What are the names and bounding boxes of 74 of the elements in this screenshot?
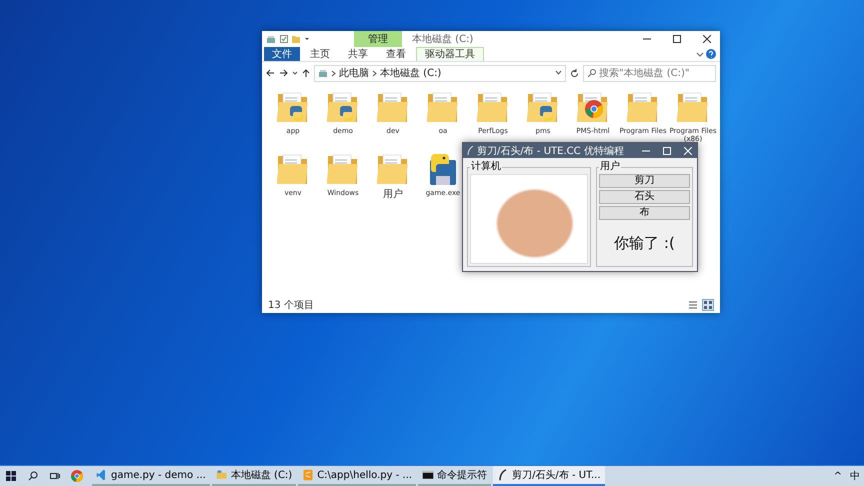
search-icon xyxy=(28,471,38,481)
back-button[interactable] xyxy=(266,69,275,77)
close-icon xyxy=(703,35,711,43)
group-label: 计算机 xyxy=(470,162,502,172)
chevron-down-icon[interactable] xyxy=(696,50,704,58)
refresh-button[interactable] xyxy=(570,68,579,78)
ribbon-tab[interactable]: 查看 xyxy=(378,47,414,61)
recent-locations-button[interactable] xyxy=(292,69,298,77)
up-button[interactable] xyxy=(302,68,310,78)
search-field[interactable]: 搜索"本地磁盘 (C:)" xyxy=(583,64,716,82)
python-folder-icon xyxy=(277,90,309,124)
folder-icon xyxy=(377,152,409,186)
taskbar-app[interactable]: C:\app\hello.py - ... xyxy=(298,466,416,486)
dropdown-icon[interactable] xyxy=(304,36,310,42)
chrome-icon xyxy=(71,470,83,482)
context-tab[interactable]: 管理 xyxy=(354,31,402,47)
maximize-icon xyxy=(663,146,671,154)
taskbar-app[interactable]: 命令提示符 xyxy=(418,466,492,486)
chevron-right-icon xyxy=(372,70,377,76)
folder-icon xyxy=(277,152,309,186)
drive-icon xyxy=(266,34,276,44)
ribbon-tab[interactable]: 共享 xyxy=(340,47,376,61)
windows-logo-icon xyxy=(6,471,16,481)
file-menu-button[interactable]: 文件 xyxy=(264,47,300,61)
sublime-icon xyxy=(302,469,314,481)
details-view-button[interactable] xyxy=(687,299,699,311)
taskbar-app[interactable]: game.py - demo ... xyxy=(92,466,210,486)
taskbar-app[interactable]: 剪刀/石头/布 - UT... xyxy=(493,466,605,486)
folder-icon xyxy=(427,90,459,124)
forward-button[interactable] xyxy=(279,69,288,77)
file-name[interactable]: 用户 xyxy=(383,189,403,200)
taskbar-app[interactable]: 本地磁盘 (C:) xyxy=(212,466,296,486)
python-folder-icon xyxy=(327,90,359,124)
choice-button[interactable]: 剪刀 xyxy=(599,174,690,188)
folder-icon xyxy=(327,152,359,186)
python-floppy-icon xyxy=(427,152,459,186)
chevron-down-icon[interactable] xyxy=(555,70,562,76)
terminal-icon xyxy=(422,469,434,481)
chrome-folder-icon xyxy=(577,90,609,124)
chevron-right-icon xyxy=(331,70,336,76)
python-folder-icon xyxy=(527,90,559,124)
maximize-icon xyxy=(673,35,681,43)
result-text: 你输了 :( xyxy=(613,232,676,254)
up-arrow-icon xyxy=(302,68,310,78)
back-arrow-icon xyxy=(266,69,275,77)
ribbon-tab[interactable]: 主页 xyxy=(302,47,338,61)
help-icon[interactable] xyxy=(706,49,716,59)
address-bar[interactable]: 此电脑 本地磁盘 (C:) xyxy=(314,64,566,82)
vscode-icon xyxy=(96,469,108,481)
drive-icon xyxy=(318,68,328,78)
folder-icon xyxy=(477,90,509,124)
search-icon xyxy=(588,69,596,77)
details-view-icon xyxy=(688,300,698,310)
choice-button[interactable]: 布 xyxy=(599,206,690,220)
properties-icon[interactable] xyxy=(280,35,288,43)
item-count: 13 个项目 xyxy=(268,299,314,312)
choice-button[interactable]: 石头 xyxy=(599,190,690,204)
breadcrumb-item[interactable]: 本地磁盘 (C:) xyxy=(380,66,442,80)
tray-button[interactable]: ^ xyxy=(830,470,846,482)
folder-icon xyxy=(216,469,228,481)
chevron-down-icon xyxy=(292,69,298,77)
forward-arrow-icon xyxy=(279,69,288,77)
breadcrumb-item[interactable]: 此电脑 xyxy=(339,66,369,80)
folder-icon xyxy=(677,90,709,124)
refresh-icon xyxy=(570,68,579,78)
group-label: 用户 xyxy=(599,162,621,172)
task-view-icon xyxy=(50,471,60,481)
folder-icon xyxy=(627,90,659,124)
folder-icon xyxy=(377,90,409,124)
window-title: 本地磁盘 (C:) xyxy=(412,32,474,46)
tray-button[interactable]: 中 xyxy=(846,469,864,483)
feather-icon xyxy=(467,146,474,156)
window-title: 剪刀/石头/布 - UTE.CC 优特编程 xyxy=(477,144,625,158)
close-icon xyxy=(684,146,692,154)
